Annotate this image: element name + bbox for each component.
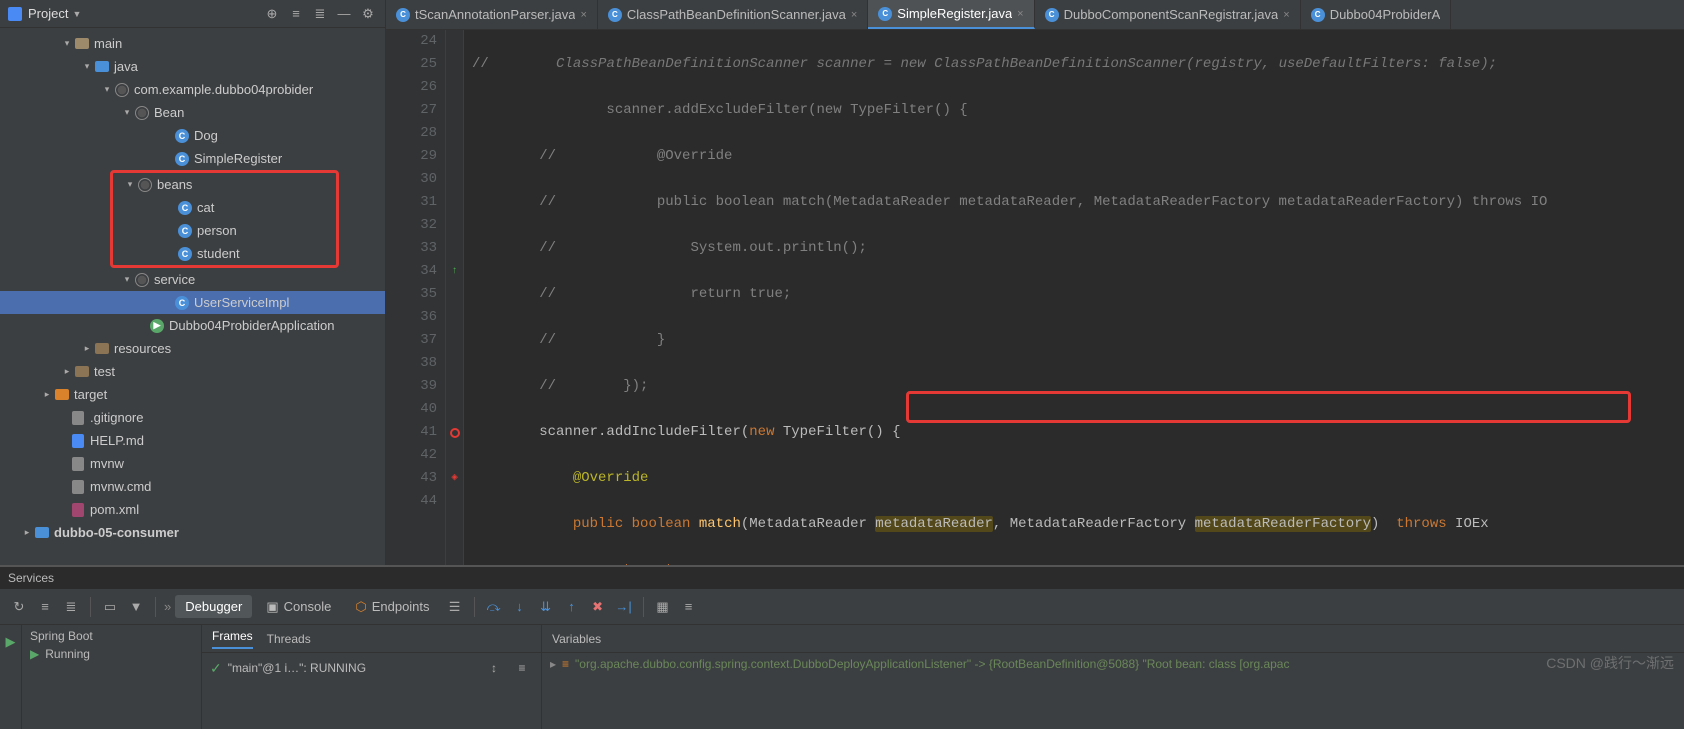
gutter-marks: ↑ ◈: [446, 30, 464, 565]
frame-row[interactable]: ✓ "main"@1 i…": RUNNING ↕ ≡: [202, 653, 541, 683]
java-icon: C: [396, 8, 410, 22]
tree-pkg-service[interactable]: ▾service: [0, 268, 385, 291]
java-icon: C: [608, 8, 622, 22]
tree-class-person[interactable]: ·Cperson: [113, 219, 336, 242]
gear-icon[interactable]: ⚙: [359, 5, 377, 23]
close-icon[interactable]: ×: [1283, 9, 1289, 21]
project-tree[interactable]: ▾main ▾java ▾com.example.dubbo04probider…: [0, 28, 385, 565]
tree-pkg-beans[interactable]: ▾beans: [113, 173, 336, 196]
chevron-down-icon: ▼: [72, 9, 81, 19]
run-to-cursor-icon[interactable]: →|: [613, 596, 635, 618]
debug-toolbar: ↻ ≡ ≣ ▭ ▼ » Debugger ▣Console ⬡Endpoints…: [0, 589, 1684, 625]
hide-icon[interactable]: —: [335, 5, 353, 23]
stack-filter-icon[interactable]: ≡: [511, 657, 533, 679]
java-icon: C: [1311, 8, 1325, 22]
services-label[interactable]: Services: [0, 567, 1684, 589]
debug-panel: Services ↻ ≡ ≣ ▭ ▼ » Debugger ▣Console ⬡…: [0, 565, 1684, 729]
close-icon[interactable]: ×: [1017, 8, 1023, 20]
force-step-into-icon[interactable]: ⇊: [535, 596, 557, 618]
close-icon[interactable]: ×: [580, 9, 586, 21]
tree-folder-target[interactable]: ▸target: [0, 383, 385, 406]
drop-frame-icon[interactable]: ✖: [587, 596, 609, 618]
tree-class-dog[interactable]: ·CDog: [0, 124, 385, 147]
spring-boot-panel: Spring Boot ▶Running: [22, 625, 202, 729]
tree-pkg-root[interactable]: ▾com.example.dubbo04probider: [0, 78, 385, 101]
tree-class-simpleregister[interactable]: ·CSimpleRegister: [0, 147, 385, 170]
debug-sidebar: ▶: [0, 625, 22, 729]
tree-file-pom[interactable]: ·pom.xml: [0, 498, 385, 521]
tree-folder-java[interactable]: ▾java: [0, 55, 385, 78]
endpoints-tab[interactable]: ⬡Endpoints: [345, 595, 439, 619]
project-icon: [8, 7, 22, 21]
endpoints-icon: ⬡: [355, 599, 366, 615]
tab-scanner[interactable]: CClassPathBeanDefinitionScanner.java×: [598, 0, 868, 29]
rerun-icon[interactable]: ↻: [8, 596, 30, 618]
tree-class-student[interactable]: ·Cstudent: [113, 242, 336, 265]
line-gutter: 2425262728293031323334353637383940414243…: [386, 30, 446, 565]
check-icon: ✓: [210, 660, 222, 677]
console-icon: ▣: [266, 599, 278, 615]
spring-boot-label[interactable]: Spring Boot: [30, 629, 193, 643]
select-opened-icon[interactable]: ⊕: [263, 5, 281, 23]
tree-folder-test[interactable]: ▸test: [0, 360, 385, 383]
step-into-icon[interactable]: ↓: [509, 596, 531, 618]
breakpoint-icon[interactable]: [450, 428, 460, 438]
tree-pkg-bean[interactable]: ▾Bean: [0, 101, 385, 124]
console-tab[interactable]: ▣Console: [256, 595, 341, 619]
code-content[interactable]: // ClassPathBeanDefinitionScanner scanne…: [464, 30, 1684, 565]
expand-all-icon[interactable]: ≡: [287, 5, 305, 23]
code-editor[interactable]: 2425262728293031323334353637383940414243…: [386, 30, 1684, 565]
variables-tab[interactable]: Variables: [552, 632, 601, 646]
tree-module-consumer[interactable]: ▸dubbo-05-consumer: [0, 521, 385, 544]
tree-file-gitignore[interactable]: ·.gitignore: [0, 406, 385, 429]
close-icon[interactable]: ×: [851, 9, 857, 21]
filter-icon[interactable]: ▼: [125, 596, 147, 618]
sidebar-toolbar: Project ▼ ⊕ ≡ ≣ — ⚙: [0, 0, 385, 28]
editor-tabs: CtScanAnnotationParser.java× CClassPathB…: [386, 0, 1684, 30]
step-over-icon[interactable]: ⤼: [483, 596, 505, 618]
resume-icon[interactable]: ▶: [0, 631, 22, 653]
tree-expand-icon[interactable]: ≡: [34, 596, 56, 618]
java-icon: C: [1045, 8, 1059, 22]
running-status[interactable]: ▶Running: [30, 647, 193, 661]
tree-folder-main[interactable]: ▾main: [0, 32, 385, 55]
override-icon[interactable]: ↑: [451, 260, 457, 283]
editor-area: CtScanAnnotationParser.java× CClassPathB…: [386, 0, 1684, 565]
tree-collapse-icon[interactable]: ≣: [60, 596, 82, 618]
tab-parser[interactable]: CtScanAnnotationParser.java×: [386, 0, 598, 29]
breakpoint-active-icon[interactable]: ◈: [451, 467, 458, 490]
tab-app[interactable]: CDubbo04ProbiderA: [1301, 0, 1452, 29]
threads-tab[interactable]: Threads: [267, 632, 311, 646]
step-out-icon[interactable]: ↑: [561, 596, 583, 618]
project-sidebar: Project ▼ ⊕ ≡ ≣ — ⚙ ▾main ▾java ▾com.exa…: [0, 0, 386, 565]
threads-icon[interactable]: ☰: [444, 596, 466, 618]
tree-file-mvnwcmd[interactable]: ·mvnw.cmd: [0, 475, 385, 498]
debugger-tab[interactable]: Debugger: [175, 595, 252, 618]
tab-simpleregister[interactable]: CSimpleRegister.java×: [868, 0, 1034, 29]
evaluate-icon[interactable]: ▦: [652, 596, 674, 618]
trace-icon[interactable]: ≡: [678, 596, 700, 618]
tree-class-app[interactable]: ·▶Dubbo04ProbiderApplication: [0, 314, 385, 337]
project-label[interactable]: Project ▼: [28, 6, 81, 21]
frames-tab[interactable]: Frames: [212, 629, 253, 649]
collapse-all-icon[interactable]: ≣: [311, 5, 329, 23]
tab-registrar[interactable]: CDubboComponentScanRegistrar.java×: [1035, 0, 1301, 29]
chevron-right-icon[interactable]: ▸: [550, 657, 556, 671]
tree-file-mvnw[interactable]: ·mvnw: [0, 452, 385, 475]
variable-row[interactable]: ▸ ≡ "org.apache.dubbo.config.spring.cont…: [542, 653, 1684, 675]
layout-icon[interactable]: ▭: [99, 596, 121, 618]
play-icon: ▶: [30, 647, 39, 661]
variables-panel: Variables ▸ ≡ "org.apache.dubbo.config.s…: [542, 625, 1684, 729]
tree-class-userserviceimpl[interactable]: ·CUserServiceImpl: [0, 291, 385, 314]
tree-class-cat[interactable]: ·Ccat: [113, 196, 336, 219]
stack-nav-icon[interactable]: ↕: [483, 657, 505, 679]
java-icon: C: [878, 7, 892, 21]
frames-panel: Frames Threads ✓ "main"@1 i…": RUNNING ↕…: [202, 625, 542, 729]
tree-folder-resources[interactable]: ▸resources: [0, 337, 385, 360]
map-entry-icon: ≡: [562, 657, 569, 671]
tree-file-help[interactable]: ·HELP.md: [0, 429, 385, 452]
